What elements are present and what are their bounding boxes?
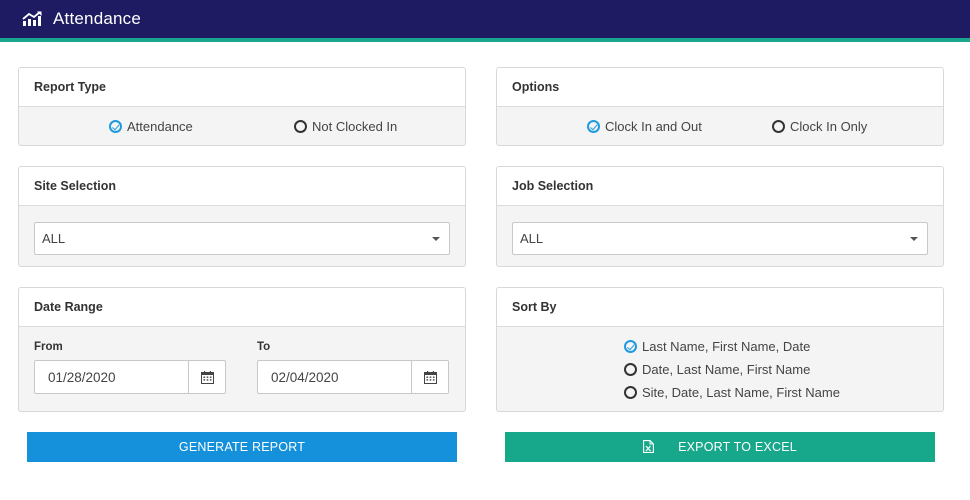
job-select-value: ALL	[520, 231, 544, 246]
generate-report-button[interactable]: GENERATE REPORT	[27, 432, 457, 462]
radio-sort-last-first-date[interactable]: Last Name, First Name, Date	[624, 339, 810, 354]
job-selection-panel: Job Selection ALL	[496, 166, 944, 267]
radio-not-clocked-in-label: Not Clocked In	[312, 119, 398, 134]
radio-sort-date-last-first[interactable]: Date, Last Name, First Name	[624, 362, 810, 377]
radio-unchecked-icon	[624, 386, 637, 399]
options-panel: Options Clock In and Out Clock In Only	[496, 67, 944, 146]
chevron-down-icon	[910, 237, 918, 241]
radio-unchecked-icon	[624, 363, 637, 376]
sort-by-title: Sort By	[497, 288, 943, 327]
sort-by-panel: Sort By Last Name, First Name, Date Date…	[496, 287, 944, 412]
chevron-down-icon	[432, 237, 440, 241]
radio-unchecked-icon	[772, 120, 785, 133]
job-select[interactable]: ALL	[512, 222, 928, 255]
site-select-value: ALL	[42, 231, 66, 246]
to-calendar-button[interactable]	[411, 360, 449, 394]
radio-sort-last-first-date-label: Last Name, First Name, Date	[642, 339, 811, 354]
to-date-input[interactable]: 02/04/2020	[257, 360, 411, 394]
page-title: Attendance	[53, 9, 142, 28]
radio-unchecked-icon	[294, 120, 307, 133]
site-selection-panel: Site Selection ALL	[18, 166, 466, 267]
from-date-group: 01/28/2020	[34, 360, 226, 394]
from-calendar-button[interactable]	[188, 360, 226, 394]
radio-checked-icon	[109, 120, 122, 133]
report-type-title: Report Type	[19, 68, 465, 107]
radio-clock-in-only-label: Clock In Only	[790, 119, 868, 134]
job-selection-title: Job Selection	[497, 167, 943, 206]
radio-attendance-label: Attendance	[127, 119, 193, 134]
app-header: Attendance	[0, 0, 970, 38]
site-select[interactable]: ALL	[34, 222, 450, 255]
export-to-excel-button[interactable]: EXPORT TO EXCEL	[505, 432, 935, 462]
radio-sort-date-last-first-label: Date, Last Name, First Name	[642, 362, 811, 377]
date-range-panel: Date Range From 01/28/2020 To 02/04/2020	[18, 287, 466, 412]
calendar-icon	[423, 370, 437, 384]
date-range-title: Date Range	[19, 288, 465, 327]
site-selection-title: Site Selection	[19, 167, 465, 206]
radio-sort-site-date-last-first-label: Site, Date, Last Name, First Name	[642, 385, 840, 400]
bar-chart-trend-icon	[22, 11, 42, 27]
to-label: To	[257, 341, 271, 353]
radio-checked-icon	[624, 340, 637, 353]
radio-checked-icon	[587, 120, 600, 133]
report-type-panel: Report Type Attendance Not Clocked In	[18, 67, 466, 146]
radio-clock-in-and-out-label: Clock In and Out	[605, 119, 702, 134]
from-label: From	[34, 341, 63, 353]
from-date-input[interactable]: 01/28/2020	[34, 360, 188, 394]
to-date-group: 02/04/2020	[257, 360, 449, 394]
options-title: Options	[497, 68, 943, 107]
header-accent-bar	[0, 38, 970, 42]
excel-file-icon	[643, 440, 655, 456]
radio-clock-in-and-out[interactable]: Clock In and Out	[587, 119, 702, 134]
generate-report-label: GENERATE REPORT	[178, 440, 306, 454]
radio-clock-in-only[interactable]: Clock In Only	[772, 119, 867, 134]
export-to-excel-label: EXPORT TO EXCEL	[678, 440, 797, 454]
radio-attendance[interactable]: Attendance	[109, 119, 193, 134]
radio-sort-site-date-last-first[interactable]: Site, Date, Last Name, First Name	[624, 385, 840, 400]
radio-not-clocked-in[interactable]: Not Clocked In	[294, 119, 397, 134]
calendar-icon	[200, 370, 214, 384]
